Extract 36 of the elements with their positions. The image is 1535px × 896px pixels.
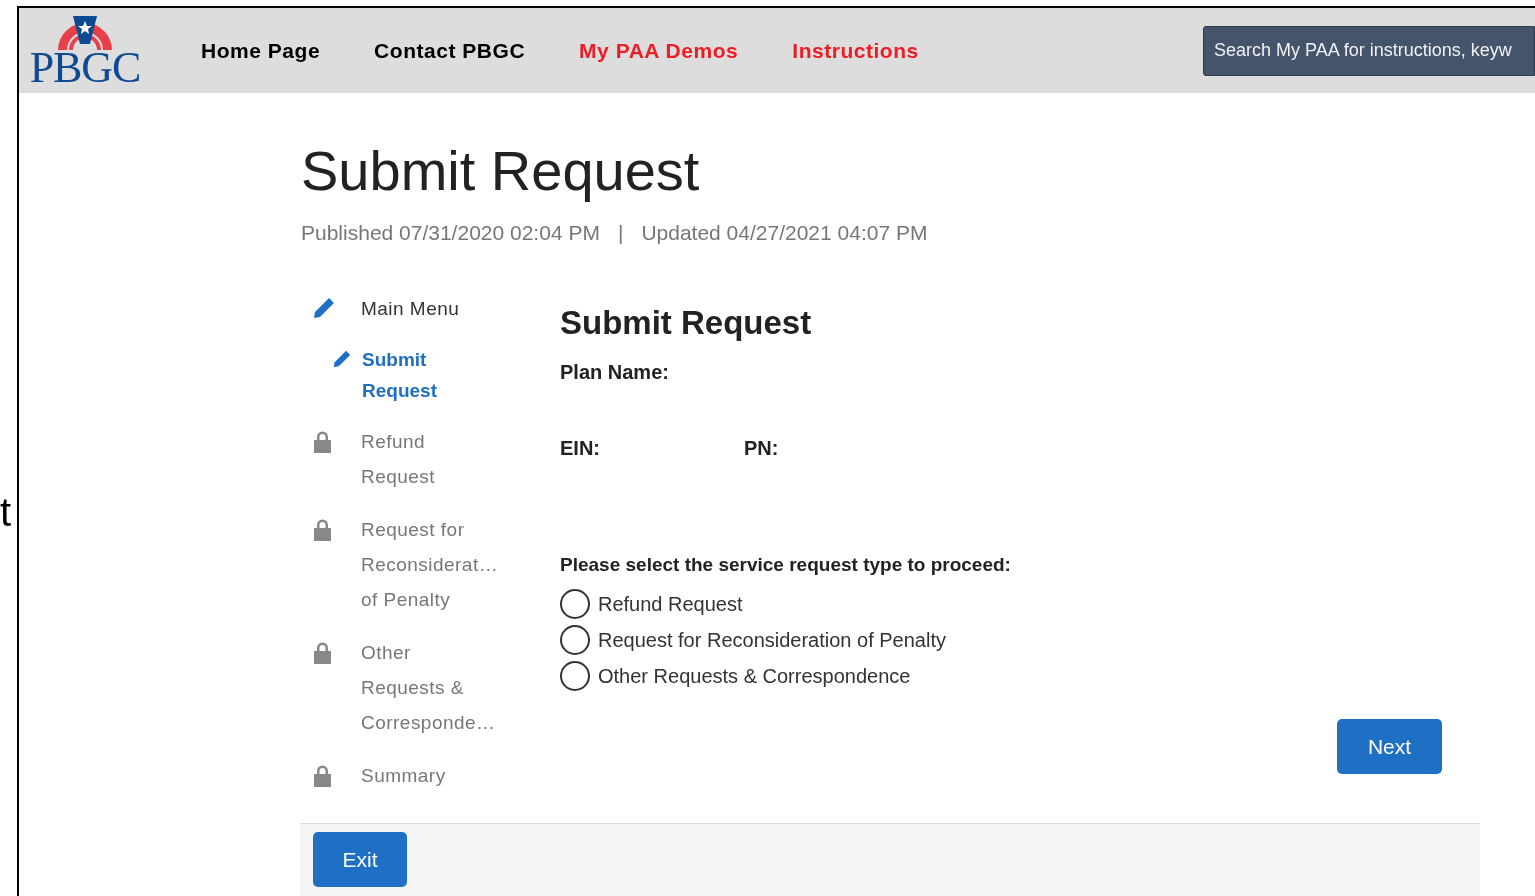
next-button[interactable]: Next bbox=[1337, 719, 1442, 775]
form-title: Submit Request bbox=[560, 302, 813, 343]
page-title: Submit Request bbox=[301, 139, 701, 204]
nav-link[interactable]: Contact PBGC bbox=[374, 34, 526, 67]
lock-icon bbox=[313, 640, 332, 664]
radio-button[interactable] bbox=[560, 589, 590, 620]
logo[interactable]: PBGC bbox=[27, 13, 143, 88]
step-link[interactable]: Refund Request bbox=[361, 423, 499, 494]
nav-link[interactable]: Home Page bbox=[201, 34, 321, 67]
published-date: Published 07/31/2020 02:04 PM bbox=[301, 220, 600, 247]
radio-button[interactable] bbox=[560, 625, 590, 656]
field-label: Plan Name: bbox=[560, 359, 670, 385]
pencil-icon bbox=[313, 296, 335, 319]
field-label: EIN: bbox=[560, 435, 601, 461]
updated-date: Updated 04/27/2021 04:07 PM bbox=[641, 220, 928, 247]
radio-label[interactable]: Refund Request bbox=[598, 589, 743, 620]
radio-label[interactable]: Other Requests & Correspondence bbox=[598, 661, 911, 692]
step-link[interactable]: Submit Request bbox=[362, 343, 482, 406]
radio-button[interactable] bbox=[560, 661, 590, 692]
lock-icon bbox=[313, 763, 332, 787]
radio-label[interactable]: Request for Reconsideration of Penalty bbox=[598, 625, 946, 656]
step-link[interactable]: Summary bbox=[361, 757, 499, 793]
separator: | bbox=[617, 220, 624, 247]
lock-icon bbox=[313, 429, 332, 453]
prompt-text: Please select the service request type to proceed: bbox=[560, 552, 1012, 577]
search-field[interactable]: Search My PAA for instructions, keyw bbox=[1203, 25, 1535, 76]
nav-link[interactable]: Instructions bbox=[792, 34, 919, 67]
nav-link[interactable]: My PAA Demos bbox=[579, 34, 739, 67]
step-link[interactable]: Other Requests & Corresponde… bbox=[361, 634, 499, 740]
lock-icon bbox=[313, 517, 332, 541]
pencil-icon bbox=[333, 349, 351, 368]
field-label: PN: bbox=[744, 435, 779, 461]
step-link[interactable]: Request for Reconsiderat… of Penalty bbox=[361, 511, 499, 617]
exit-button[interactable]: Exit bbox=[313, 832, 407, 888]
step-link[interactable]: Main Menu bbox=[361, 290, 499, 326]
text-fragment: t bbox=[0, 492, 12, 532]
